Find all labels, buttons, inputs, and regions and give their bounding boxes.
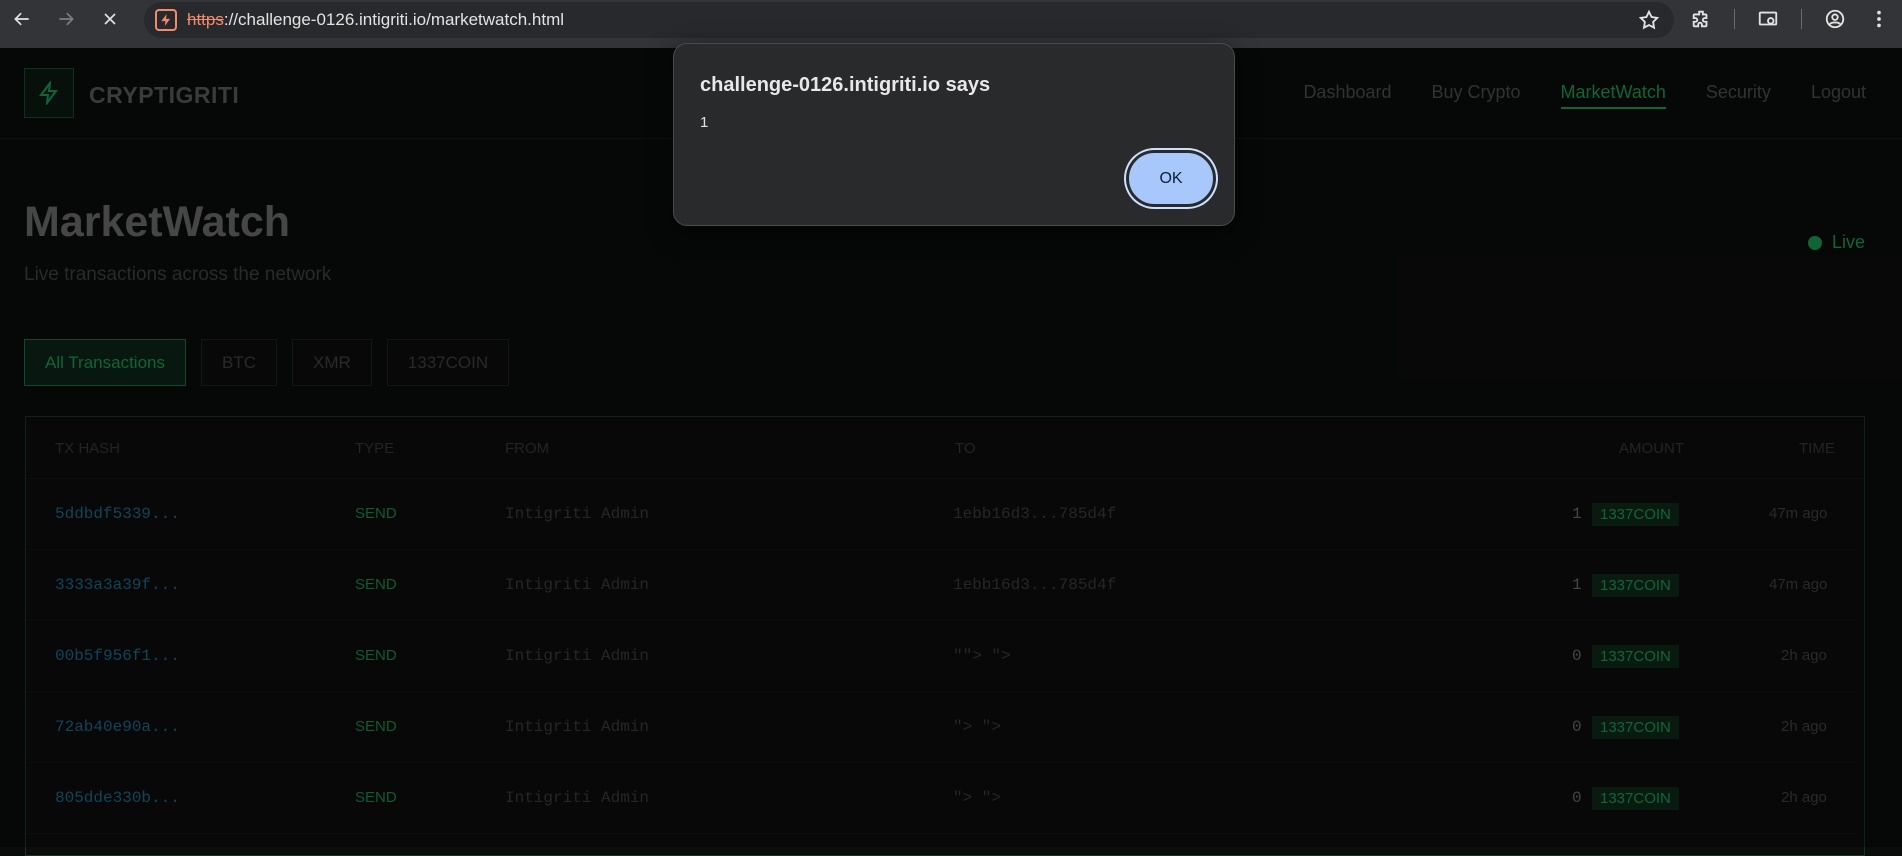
brand-name: CRYPTIGRITI xyxy=(89,82,240,108)
toolbar-actions xyxy=(1690,0,1890,38)
tx-time: 47m ago xyxy=(1769,576,1828,593)
tx-type: SEND xyxy=(355,505,397,522)
lightning-icon xyxy=(39,81,58,105)
filter-1337coin[interactable]: 1337COIN xyxy=(386,339,510,386)
tx-coin-badge: 1337COIN xyxy=(1592,574,1679,597)
tx-coin-badge: 1337COIN xyxy=(1592,645,1679,668)
stop-button[interactable] xyxy=(92,1,128,37)
col-amount: AMOUNT xyxy=(1619,440,1684,457)
page-title: MarketWatch xyxy=(24,198,291,246)
back-button[interactable] xyxy=(4,1,40,37)
tx-hash-link[interactable]: 72ab40e90a... xyxy=(55,718,180,736)
nav-buy-crypto[interactable]: Buy Crypto xyxy=(1432,82,1521,109)
profile-icon[interactable] xyxy=(1824,8,1846,30)
nav-security[interactable]: Security xyxy=(1706,82,1771,109)
tx-hash-link[interactable]: 805dde330b... xyxy=(55,789,180,807)
arrow-left-icon xyxy=(14,12,29,26)
close-icon xyxy=(104,13,116,25)
logo[interactable] xyxy=(24,68,74,118)
tx-to: "> "> xyxy=(953,789,1002,807)
col-to: TO xyxy=(955,440,976,457)
tx-from: Intigriti Admin xyxy=(505,789,650,807)
tx-coin-badge: 1337COIN xyxy=(1592,787,1679,810)
site-security-icon[interactable] xyxy=(155,9,177,31)
bookmark-star-icon[interactable] xyxy=(1638,9,1660,36)
filter-xmr[interactable]: XMR xyxy=(292,339,372,386)
forward-button[interactable] xyxy=(48,1,84,37)
toolbar-separator xyxy=(1801,9,1802,29)
transactions-table: TX HASH TYPE FROM TO AMOUNT TIME 5ddbdf5… xyxy=(25,416,1865,856)
arrow-right-icon xyxy=(59,12,74,26)
tx-type: SEND xyxy=(355,576,397,593)
col-type: TYPE xyxy=(355,440,395,457)
tx-from: Intigriti Admin xyxy=(505,505,650,523)
tx-hash-link[interactable]: 00b5f956f1... xyxy=(55,647,180,665)
tx-to: 1ebb16d3...785d4f xyxy=(953,505,1117,523)
tx-from: Intigriti Admin xyxy=(505,576,650,594)
page-subtitle: Live transactions across the network xyxy=(24,264,332,285)
tx-to: 1ebb16d3...785d4f xyxy=(953,576,1117,594)
tx-time: 2h ago xyxy=(1781,718,1827,735)
tx-type: SEND xyxy=(355,718,397,735)
alert-dialog: challenge-0126.intigriti.io says 1 OK xyxy=(673,43,1235,226)
tx-from: Intigriti Admin xyxy=(505,647,650,665)
filter-btc[interactable]: BTC xyxy=(201,339,277,386)
tx-type: SEND xyxy=(355,789,397,806)
media-router-icon[interactable] xyxy=(1757,8,1779,30)
more-menu-icon[interactable] xyxy=(1868,8,1890,30)
dialog-message: 1 xyxy=(700,114,709,131)
tx-hash-link[interactable]: 5ddbdf5339... xyxy=(55,505,180,523)
tx-amount: 0 xyxy=(1572,789,1582,807)
tx-amount: 1 xyxy=(1572,505,1582,523)
col-tx-hash: TX HASH xyxy=(55,440,121,457)
live-dot-icon xyxy=(1807,235,1822,250)
url-text: https://challenge-0126.intigriti.io/mark… xyxy=(187,10,565,29)
main-nav: Dashboard Buy Crypto MarketWatch Securit… xyxy=(1303,82,1866,109)
tx-time: 47m ago xyxy=(1769,505,1828,522)
tx-amount: 0 xyxy=(1572,718,1582,736)
nav-logout[interactable]: Logout xyxy=(1811,82,1866,109)
live-label: Live xyxy=(1831,232,1865,252)
tx-to: "> "> xyxy=(953,718,1002,736)
table-header: TX HASH TYPE FROM TO AMOUNT TIME xyxy=(26,417,1864,479)
tx-from: Intigriti Admin xyxy=(505,718,650,736)
nav-dashboard[interactable]: Dashboard xyxy=(1303,82,1391,109)
browser-toolbar: https://challenge-0126.intigriti.io/mark… xyxy=(0,0,1902,48)
tx-time: 2h ago xyxy=(1781,789,1827,806)
table-row[interactable]: 5ddbdf5339... SEND Intigriti Admin 1ebb1… xyxy=(26,479,1858,550)
filter-tabs: All Transactions BTC XMR 1337COIN xyxy=(24,339,510,386)
tx-amount: 1 xyxy=(1572,576,1582,594)
tx-coin-badge: 1337COIN xyxy=(1592,503,1679,526)
table-row[interactable]: 72ab40e90a... SEND Intigriti Admin "> ">… xyxy=(26,692,1858,763)
toolbar-separator xyxy=(1734,9,1735,29)
table-row[interactable]: 3333a3a39f... SEND Intigriti Admin 1ebb1… xyxy=(26,550,1858,621)
tx-hash-link[interactable]: 3333a3a39f... xyxy=(55,576,180,594)
table-row[interactable]: 805dde330b... SEND Intigriti Admin "> ">… xyxy=(26,763,1858,834)
nav-marketwatch[interactable]: MarketWatch xyxy=(1560,82,1666,109)
col-from: FROM xyxy=(505,440,550,457)
extensions-icon[interactable] xyxy=(1690,8,1712,30)
tx-type: SEND xyxy=(355,647,397,664)
tx-coin-badge: 1337COIN xyxy=(1592,716,1679,739)
ok-button[interactable]: OK xyxy=(1129,153,1213,204)
filter-all[interactable]: All Transactions xyxy=(24,339,186,386)
tx-time: 2h ago xyxy=(1781,647,1827,664)
live-indicator: Live xyxy=(1807,232,1865,253)
dialog-title: challenge-0126.intigriti.io says xyxy=(700,74,991,96)
tx-to: ""> "> xyxy=(953,647,1011,665)
col-time: TIME xyxy=(1799,440,1835,457)
address-bar[interactable]: https://challenge-0126.intigriti.io/mark… xyxy=(144,2,1674,38)
table-row[interactable]: 00b5f956f1... SEND Intigriti Admin ""> "… xyxy=(26,621,1858,692)
tx-amount: 0 xyxy=(1572,647,1582,665)
